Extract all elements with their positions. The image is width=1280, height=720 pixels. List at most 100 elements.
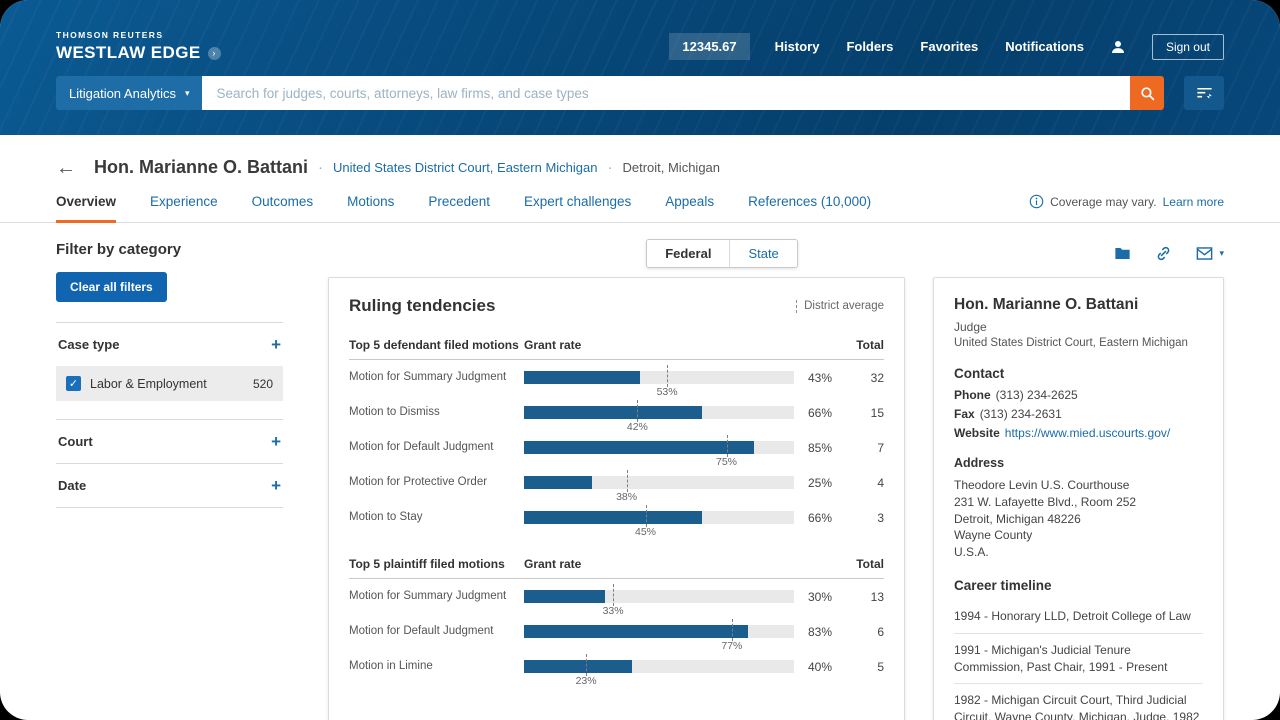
jurisdiction-toggle-federal[interactable]: Federal bbox=[647, 240, 729, 267]
motion-name: Motion in Limine bbox=[349, 660, 524, 674]
filter-item-label: Labor & Employment bbox=[90, 377, 244, 391]
total-column-header: Total bbox=[844, 338, 884, 352]
expand-plus-icon[interactable]: + bbox=[271, 336, 281, 353]
motion-group-header-top-5-plaintiff-filed-motions: Top 5 plaintiff filed motionsGrant rateT… bbox=[349, 557, 884, 579]
filter-section-case-type: Case type+✓Labor & Employment520 bbox=[56, 322, 283, 401]
motion-name: Motion for Summary Judgment bbox=[349, 590, 524, 604]
brand-thomson-reuters: THOMSON REUTERS bbox=[56, 30, 221, 40]
grant-rate-value: 25% bbox=[794, 476, 844, 490]
filter-section-court: Court+ bbox=[56, 419, 283, 463]
user-account-icon[interactable] bbox=[1109, 38, 1127, 56]
top-nav-links: History Folders Favorites Notifications bbox=[775, 39, 1084, 54]
filter-section-header-case-type[interactable]: Case type + bbox=[56, 323, 283, 366]
filter-checkbox[interactable]: ✓ bbox=[66, 376, 81, 391]
tab-motions[interactable]: Motions bbox=[347, 194, 394, 222]
filter-sidebar-title: Filter by category bbox=[56, 241, 283, 258]
email-dropdown-button[interactable]: ▾ bbox=[1195, 244, 1224, 263]
motion-row-motion-for-default-judgment: Motion for Default Judgment77%83%6 bbox=[349, 614, 884, 649]
expand-plus-icon[interactable]: + bbox=[271, 433, 281, 450]
expand-plus-icon[interactable]: + bbox=[271, 477, 281, 494]
grant-rate-bar: 53% bbox=[524, 360, 794, 395]
tab-references-10-000[interactable]: References (10,000) bbox=[748, 194, 871, 222]
clear-all-filters-button[interactable]: Clear all filters bbox=[56, 272, 167, 302]
motion-row-motion-to-stay: Motion to Stay45%66%3 bbox=[349, 500, 884, 535]
grant-rate-value: 66% bbox=[794, 511, 844, 525]
search-bar: Litigation Analytics ▾ bbox=[56, 76, 1224, 110]
coverage-text: Coverage may vary. bbox=[1050, 195, 1156, 209]
tab-overview[interactable]: Overview bbox=[56, 194, 116, 222]
jurisdiction-toggle-state[interactable]: State bbox=[729, 240, 796, 267]
district-average-marker bbox=[646, 505, 647, 527]
back-arrow-icon[interactable]: ← bbox=[56, 158, 76, 178]
link-icon bbox=[1154, 244, 1173, 263]
motion-row-motion-to-dismiss: Motion to Dismiss42%66%15 bbox=[349, 395, 884, 430]
tab-outcomes[interactable]: Outcomes bbox=[252, 194, 314, 222]
filter-item-labor-employment[interactable]: ✓Labor & Employment520 bbox=[56, 366, 283, 401]
header-row: THOMSON REUTERS WESTLAW EDGE › 12345.67 … bbox=[56, 30, 1224, 63]
filter-section-label: Date bbox=[58, 478, 86, 493]
filter-section-label: Case type bbox=[58, 337, 119, 352]
district-average-marker bbox=[586, 654, 587, 676]
tab-precedent[interactable]: Precedent bbox=[428, 194, 490, 222]
district-average-legend: District average bbox=[796, 300, 884, 313]
nav-link-folders[interactable]: Folders bbox=[846, 39, 893, 54]
bar-fill bbox=[524, 476, 592, 489]
judge-location: Detroit, Michigan bbox=[622, 160, 720, 175]
ruling-card-header: Ruling tendencies District average bbox=[349, 296, 884, 316]
phone-line: Phone(313) 234-2625 bbox=[954, 388, 1203, 402]
grant-rate-value: 43% bbox=[794, 371, 844, 385]
separator-dot: · bbox=[607, 159, 612, 176]
search-button[interactable] bbox=[1130, 76, 1164, 110]
contact-heading: Contact bbox=[954, 366, 1203, 381]
grant-rate-bar: 45% bbox=[524, 500, 794, 535]
motion-name: Motion to Stay bbox=[349, 511, 524, 525]
grant-rate-bar: 33% bbox=[524, 579, 794, 614]
career-entry: 1994 - Honorary LLD, Detroit College of … bbox=[954, 600, 1203, 634]
copy-link-button[interactable] bbox=[1154, 244, 1173, 263]
website-label: Website bbox=[954, 426, 1000, 440]
tab-expert-challenges[interactable]: Expert challenges bbox=[524, 194, 631, 222]
motion-name: Motion for Protective Order bbox=[349, 476, 524, 490]
ruling-card-title: Ruling tendencies bbox=[349, 296, 495, 316]
coverage-note: Coverage may vary. Learn more bbox=[1029, 194, 1224, 222]
brand-logo[interactable]: THOMSON REUTERS WESTLAW EDGE › bbox=[56, 30, 221, 63]
nav-link-history[interactable]: History bbox=[775, 39, 820, 54]
info-icon[interactable] bbox=[1029, 194, 1044, 209]
filter-section-header-date[interactable]: Date + bbox=[56, 464, 283, 507]
district-average-marker bbox=[637, 400, 638, 422]
save-to-folder-button[interactable] bbox=[1113, 244, 1132, 263]
filter-section-date: Date + bbox=[56, 463, 283, 508]
sign-out-button[interactable]: Sign out bbox=[1152, 34, 1224, 60]
total-value: 6 bbox=[844, 625, 884, 639]
judge-court-link[interactable]: United States District Court, Eastern Mi… bbox=[333, 160, 597, 175]
tab-experience[interactable]: Experience bbox=[150, 194, 218, 222]
content-toolbar: FederalState ▾ bbox=[328, 233, 1224, 273]
district-average-marker bbox=[727, 435, 728, 457]
brand-arrow-icon: › bbox=[208, 47, 221, 60]
grant-rate-value: 30% bbox=[794, 590, 844, 604]
judge-profile-card: Hon. Marianne O. Battani Judge United St… bbox=[933, 277, 1224, 720]
grant-rate-bar: 38% bbox=[524, 465, 794, 500]
grant-rate-bar: 42% bbox=[524, 395, 794, 430]
advanced-search-button[interactable] bbox=[1184, 76, 1224, 110]
tab-appeals[interactable]: Appeals bbox=[665, 194, 714, 222]
district-average-marker bbox=[613, 584, 614, 606]
website-link[interactable]: https://www.mied.uscourts.gov/ bbox=[1005, 426, 1170, 440]
westlaw-edge-window: THOMSON REUTERS WESTLAW EDGE › 12345.67 … bbox=[0, 0, 1280, 720]
search-scope-dropdown[interactable]: Litigation Analytics ▾ bbox=[56, 76, 202, 110]
advanced-search-icon bbox=[1195, 84, 1214, 103]
nav-link-notifications[interactable]: Notifications bbox=[1005, 39, 1084, 54]
learn-more-link[interactable]: Learn more bbox=[1163, 195, 1224, 209]
grant-rate-bar: 23% bbox=[524, 649, 794, 684]
district-average-marker bbox=[667, 365, 668, 387]
client-id-badge[interactable]: 12345.67 bbox=[669, 33, 749, 60]
bar-fill bbox=[524, 590, 605, 603]
phone-value: (313) 234-2625 bbox=[996, 388, 1078, 402]
address-line: Detroit, Michigan 48226 bbox=[954, 511, 1203, 528]
nav-link-favorites[interactable]: Favorites bbox=[920, 39, 978, 54]
filter-section-header-court[interactable]: Court+ bbox=[56, 420, 283, 463]
search-input[interactable] bbox=[202, 76, 1130, 110]
motion-group-header-top-5-defendant-filed-motions: Top 5 defendant filed motionsGrant rateT… bbox=[349, 338, 884, 360]
ruling-groups: Top 5 defendant filed motionsGrant rateT… bbox=[349, 338, 884, 684]
district-average-value: 23% bbox=[576, 675, 597, 687]
